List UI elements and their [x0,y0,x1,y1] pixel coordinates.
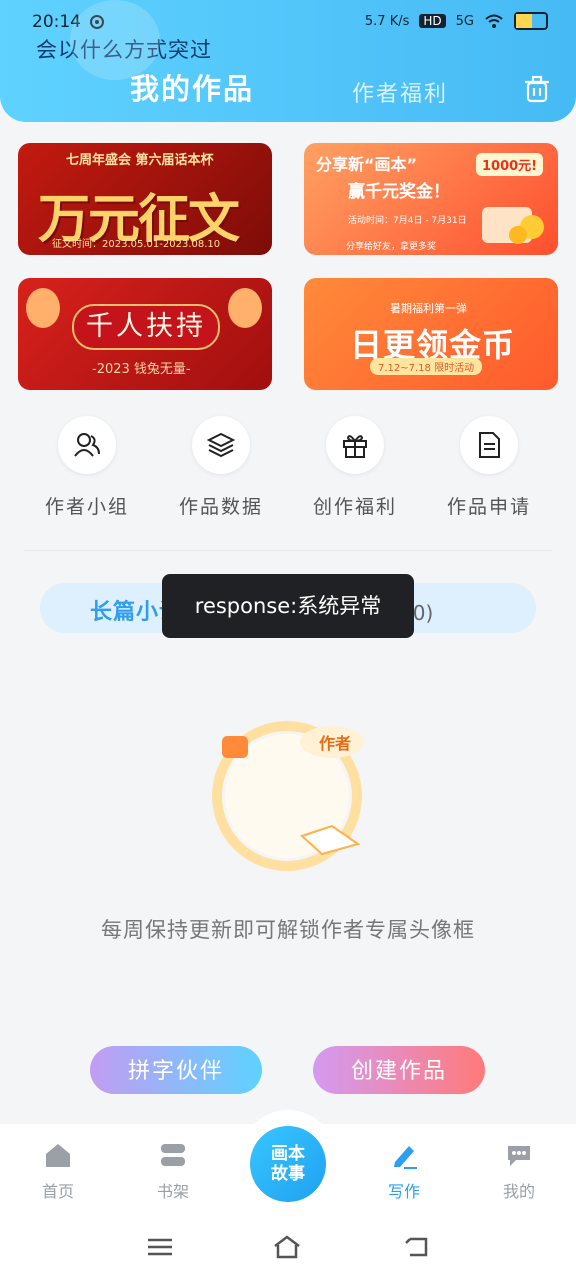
nav-shelf-label: 书架 [156,1182,189,1201]
nav-home-label: 首页 [41,1182,74,1201]
layers-icon [206,432,236,458]
menu-circle [192,416,250,474]
group-icon [74,433,100,457]
status-bar-right: 5.7 K/s HD 5G [365,12,548,30]
gift-icon [343,435,367,458]
menu-work-data[interactable]: 作品数据 [166,416,276,519]
nav-write-label: 写作 [387,1182,420,1201]
banner-4-tag: 7.12~7.18 限时活动 [370,358,483,375]
author-badge-text: 作者 [319,734,351,753]
banner-share-reward[interactable]: 分享新“画本” 赢千元奖金！ 1000元! 活动时间：7月4日 - 7月31日 … [304,143,558,255]
status-bar-left: 20:14 [32,12,105,32]
create-work-button[interactable]: 创建作品 [313,1046,485,1094]
banner-2-title: 分享新“画本” [316,155,418,174]
battery-icon [514,12,548,30]
nav-center-button[interactable]: 画本故事 [250,1126,326,1202]
tab-author-benefits[interactable]: 作者福利 [352,76,448,108]
author-frame-illustration: 作者 [212,721,364,871]
menu-circle [460,416,518,474]
nav-write[interactable]: 写作 [374,1140,434,1202]
nav-mine[interactable]: 我的 [489,1140,549,1202]
banner-3-main: 千人扶持 [72,304,220,350]
nav-center-label: 画本故事 [271,1144,305,1184]
menu-creation-benefits[interactable]: 创作福利 [300,416,410,519]
error-toast: response:系统异常 [162,574,414,638]
banner-1-date: 征文时间：2023.05.01-2023.08.10 [52,239,221,250]
menu-icon[interactable] [145,1232,175,1262]
menu-circle [58,416,116,474]
chat-bubble-icon [508,1146,530,1166]
partner-button[interactable]: 拼字伙伴 [90,1046,262,1094]
menu-label: 作者小组 [44,496,129,518]
banner-2-date: 活动时间：7月4日 - 7月31日 [348,216,467,226]
menu-work-application[interactable]: 作品申请 [434,416,544,519]
banner-3-sub: -2023 钱兔无量- [92,362,191,377]
nav-home[interactable]: 首页 [28,1140,88,1202]
signal-label: 5G [455,13,474,29]
menu-label: 作品数据 [178,496,263,518]
hd-badge: HD [419,14,446,28]
home-icon [46,1144,70,1167]
coins-icon [482,207,544,244]
net-speed: 5.7 K/s [364,13,410,29]
banner-support[interactable]: 千人扶持 -2023 钱兔无量- [18,278,272,390]
home-outline-icon[interactable] [272,1232,302,1262]
lantern-left-icon [26,288,60,328]
divider [24,550,552,551]
notice-text: 会以什么方式突过 [36,38,212,62]
back-icon[interactable] [402,1232,432,1262]
sync-icon [90,15,104,29]
banner-essay-contest[interactable]: 七周年盛会 第六届话本杯 万元征文 征文时间：2023.05.01-2023.0… [18,143,272,255]
menu-circle [326,416,384,474]
banner-2-foot: 分享给好友，拿更多奖 [346,242,437,252]
nav-shelf[interactable]: 书架 [143,1140,203,1202]
tab-my-works[interactable]: 我的作品 [130,66,254,108]
menu-label: 作品申请 [446,496,531,518]
status-time: 20:14 [32,12,81,32]
banner-2-badge: 1000元! [476,153,544,176]
banner-4-top: 暑期福利第一弹 [390,302,467,315]
banner-1-top: 七周年盛会 第六届话本杯 [66,153,214,168]
trash-icon[interactable] [522,74,552,104]
lantern-right-icon [228,288,262,328]
top-header: 20:14 5.7 K/s HD 5G 会以什么方式突过 我的作品 作者福利 [0,0,576,122]
menu-label: 创作福利 [312,496,397,518]
pen-icon [394,1146,417,1169]
nav-mine-label: 我的 [502,1182,535,1201]
bookshelf-icon [161,1144,185,1166]
banner-daily-coins[interactable]: 暑期福利第一弹 日更领金币 7.12~7.18 限时活动 [304,278,558,390]
banner-2-subtitle: 赢千元奖金！ [348,182,450,202]
menu-author-group[interactable]: 作者小组 [32,416,142,519]
wifi-icon [485,14,503,28]
empty-state-text: 每周保持更新即可解锁作者专属头像框 [101,918,475,942]
document-icon [479,432,500,458]
